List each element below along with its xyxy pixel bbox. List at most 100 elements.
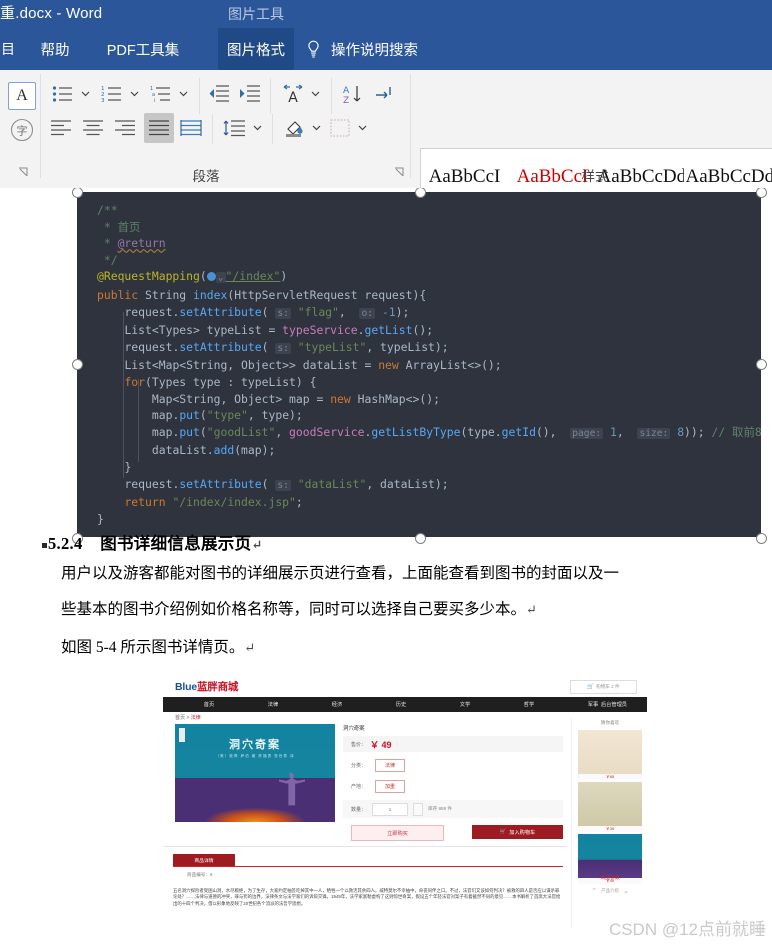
tab-help[interactable]: 帮助	[28, 28, 82, 70]
product-title: 洞穴奇案	[343, 726, 365, 732]
header-cart-button[interactable]: 🛒 购物车 2 件	[570, 680, 637, 694]
borders-button[interactable]	[327, 115, 353, 141]
asian-layout-button[interactable]: A	[280, 82, 306, 106]
paragraph-group-label: 段落	[192, 169, 220, 184]
cover-title: 洞穴奇案	[229, 739, 281, 751]
asian-layout-dropdown[interactable]	[310, 88, 321, 99]
sort-az-icon: A Z	[343, 86, 361, 104]
nav-item-philosophy[interactable]: 哲学	[503, 697, 555, 712]
selection-box	[77, 192, 761, 537]
nav-item-literature[interactable]: 文学	[439, 697, 491, 712]
align-right-icon	[115, 120, 135, 136]
styles-group-label: 样式	[581, 169, 609, 184]
svg-text:A: A	[288, 90, 298, 104]
distributed-align-button[interactable]	[178, 115, 204, 141]
align-center-button[interactable]	[80, 115, 106, 141]
tell-me-search[interactable]: 操作说明搜索	[305, 28, 418, 70]
line-spacing-icon	[223, 120, 245, 137]
resize-handle-top-right[interactable]	[756, 188, 767, 198]
csdn-watermark: CSDN @12点前就睡	[608, 920, 766, 939]
embedded-website-screenshot[interactable]: Blue蓝胖商城 🛒 购物车 2 件 首页 法律 经济 历史 文学 哲学 军事 …	[163, 676, 647, 948]
svg-text:字: 字	[17, 124, 28, 138]
nav-item-law[interactable]: 法律	[247, 697, 299, 712]
resize-handle-bottom-right[interactable]	[756, 533, 767, 544]
paragraph-dialog-launcher[interactable]	[18, 165, 29, 176]
recommendation-price: ￥39	[578, 826, 642, 832]
font-color-button[interactable]: A	[8, 82, 36, 110]
tell-me-label: 操作说明搜索	[331, 42, 418, 59]
bullets-dropdown[interactable]	[80, 88, 91, 99]
increase-indent-button[interactable]	[238, 82, 262, 106]
multilevel-list-dropdown[interactable]	[178, 88, 189, 99]
shading-button[interactable]	[281, 115, 307, 141]
resize-handle-middle-left[interactable]	[72, 359, 83, 370]
buy-now-button[interactable]: 立即购买	[351, 825, 444, 841]
line-spacing-button[interactable]	[222, 115, 248, 141]
show-formatting-marks-button[interactable]	[372, 82, 396, 106]
multilevel-list-icon: 1 a i	[150, 86, 170, 103]
decrease-indent-icon	[209, 85, 229, 102]
contextual-tab-group-label: 图片工具	[218, 0, 294, 28]
nav-item-history[interactable]: 历史	[375, 697, 427, 712]
nav-item-home[interactable]: 首页	[183, 697, 235, 712]
body-paragraph-line: 用户以及游客都能对图书的详细展示页进行查看，上面能查看到图书的封面以及一	[61, 565, 620, 582]
chevron-down-icon	[311, 91, 320, 97]
category-chip[interactable]: 法律	[375, 758, 406, 772]
chevron-down-icon	[130, 91, 139, 97]
tab-picture-format[interactable]: 图片格式	[218, 28, 294, 70]
tab-file-icon[interactable]: 目	[0, 28, 20, 70]
add-to-cart-button[interactable]: 🛒 加入购物车	[472, 825, 563, 839]
cover-artwork	[175, 778, 335, 822]
nav-item-admin[interactable]: 后台管理员	[587, 697, 641, 712]
price-label: 售价：	[351, 741, 367, 748]
borders-dropdown[interactable]	[357, 122, 368, 133]
book-cover-image[interactable]: 洞穴奇案 （美）彼得·萨伯 著 陈福勇 张世泰 译	[175, 724, 335, 822]
paragraph-mark: ↵	[251, 537, 263, 552]
styles-dialog-launcher-left[interactable]	[394, 165, 405, 176]
align-right-button[interactable]	[112, 115, 138, 141]
category-label: 分类：	[351, 762, 367, 769]
price-value: ￥ 49	[370, 739, 392, 750]
dialog-launcher-icon	[395, 167, 404, 176]
figure-caption-line: 如图 5-4 所示图书详情页。↵	[61, 639, 256, 656]
code-image-selection[interactable]: /** * 首页 * @return */ @RequestMapping(⌄ "…	[72, 188, 767, 544]
align-justify-button[interactable]	[144, 113, 174, 143]
word-window: 重.docx - Word 图片工具 目 帮助 PDF工具集 图片格式 操作说明…	[0, 0, 772, 948]
site-brand: Blue蓝胖商城	[175, 681, 239, 693]
breadcrumb-separator: >	[186, 715, 190, 721]
product-params-title: 商品参数	[600, 876, 620, 881]
recommendation-thumb[interactable]	[578, 730, 642, 774]
origin-label: 产地：	[351, 783, 367, 790]
quantity-stepper[interactable]	[413, 802, 423, 816]
tab-product-detail[interactable]: 商品详情	[173, 854, 235, 866]
site-nav: 首页 法律 经济 历史 文学 哲学 军事 后台管理员	[163, 697, 647, 712]
cover-subtitle: （美）彼得·萨伯 著 陈福勇 张世泰 译	[215, 754, 295, 758]
document-canvas[interactable]: /** * 首页 * @return */ @RequestMapping(⌄ "…	[0, 188, 772, 948]
multilevel-list-button[interactable]: 1 a i	[148, 82, 174, 106]
recommendation-thumb[interactable]	[578, 782, 642, 826]
borders-icon	[330, 119, 350, 137]
cart-icon: 🛒	[499, 829, 507, 835]
line-spacing-dropdown[interactable]	[252, 122, 263, 133]
nav-item-economy[interactable]: 经济	[311, 697, 363, 712]
align-justify-icon	[149, 120, 169, 136]
resize-handle-bottom-center[interactable]	[415, 533, 426, 544]
breadcrumb-home[interactable]: 首页	[175, 715, 185, 721]
tab-pdf-tools[interactable]: PDF工具集	[90, 28, 196, 70]
shading-dropdown[interactable]	[311, 122, 322, 133]
category-row: 分类： 法律	[343, 757, 563, 773]
recommendations-header: 猜你喜欢	[600, 720, 620, 725]
origin-chip[interactable]: 加重	[375, 779, 406, 793]
phonetic-guide-button[interactable]: 字	[8, 116, 36, 144]
sort-button[interactable]: A Z	[339, 82, 365, 106]
quantity-label: 数量：	[351, 806, 367, 813]
align-left-button[interactable]	[48, 115, 74, 141]
bullets-button[interactable]	[50, 82, 76, 106]
numbering-dropdown[interactable]	[129, 88, 140, 99]
chevron-down-icon	[358, 125, 367, 131]
decrease-indent-button[interactable]	[207, 82, 231, 106]
quantity-input[interactable]: 1	[372, 802, 408, 816]
product-id-text: 商品编号：6	[187, 872, 213, 877]
numbering-button[interactable]: 1 2 3	[99, 82, 125, 106]
resize-handle-middle-right[interactable]	[756, 359, 767, 370]
